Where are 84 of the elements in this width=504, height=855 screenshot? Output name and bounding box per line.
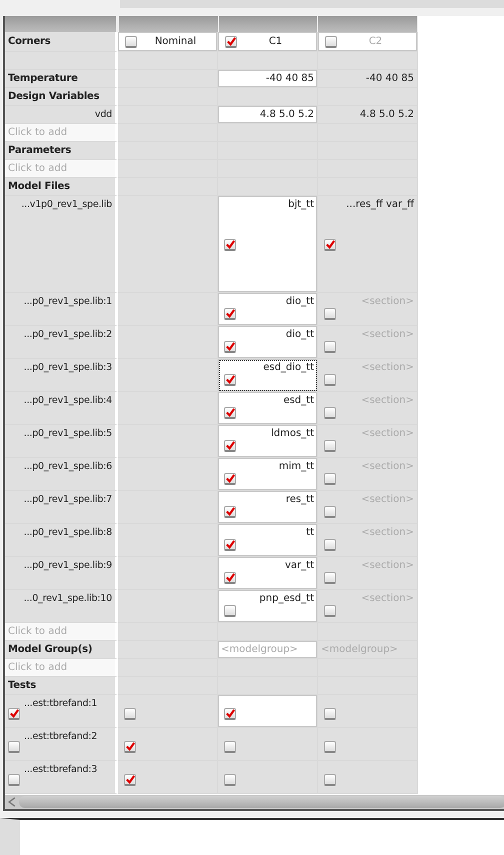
test-name: ...est:tbrefand:1	[24, 697, 98, 711]
corner-name: C1	[268, 36, 284, 47]
section-label: Design Variables	[8, 91, 100, 102]
cell-value: pnp_esd_tt	[258, 592, 314, 606]
cell-value: var_tt	[284, 559, 314, 573]
checkbox[interactable]	[224, 407, 236, 419]
section-label: Tests	[8, 680, 36, 691]
checkbox[interactable]	[224, 605, 236, 617]
checkbox[interactable]	[324, 605, 336, 617]
corner-name: C2	[368, 36, 384, 47]
cell-value: tt	[305, 526, 314, 540]
cell-value: 4.8 5.0 5.2	[358, 108, 414, 122]
checkbox[interactable]	[224, 473, 236, 485]
checkbox[interactable]	[224, 708, 236, 720]
checkbox[interactable]	[324, 308, 336, 320]
add-row-placeholder[interactable]: Click to add	[8, 127, 68, 138]
checkbox[interactable]	[324, 440, 336, 452]
section-label: Temperature	[8, 73, 78, 84]
add-row-placeholder[interactable]: Click to add	[8, 163, 68, 174]
cell-value: ...res_ff var_ff	[345, 198, 414, 212]
checkbox[interactable]	[224, 440, 236, 452]
checkbox[interactable]	[124, 741, 136, 753]
cell-value: ldmos_tt	[270, 427, 314, 441]
row-label: Corners	[8, 34, 51, 48]
row-label: ...p0_rev1_spe.lib:9	[22, 559, 112, 573]
cell-value: -40 40 85	[264, 72, 314, 86]
checkbox[interactable]	[224, 341, 236, 353]
checkbox[interactable]	[224, 741, 236, 753]
checkbox[interactable]	[225, 36, 237, 48]
row-label: ...0_rev1_spe.lib:10	[22, 592, 112, 606]
checkbox[interactable]	[124, 708, 136, 720]
row-label: ...p0_rev1_spe.lib:7	[22, 493, 112, 507]
row-label: ...p0_rev1_spe.lib:6	[22, 460, 112, 474]
row-label: ...p0_rev1_spe.lib:4	[22, 394, 112, 408]
checkbox[interactable]	[8, 741, 20, 753]
add-row-placeholder[interactable]: Click to add	[8, 626, 68, 637]
test-name: ...est:tbrefand:3	[24, 763, 98, 777]
row-label: vdd	[94, 108, 112, 122]
checkbox[interactable]	[324, 741, 336, 753]
checkbox[interactable]	[324, 539, 336, 551]
corner-name: Nominal	[154, 36, 198, 47]
checkbox[interactable]	[324, 572, 336, 584]
cell-value: dio_tt	[284, 295, 314, 309]
checkbox[interactable]	[224, 308, 236, 320]
placeholder-text: <modelgroup>	[221, 643, 299, 657]
checkbox[interactable]	[8, 774, 20, 786]
checkbox[interactable]	[324, 708, 336, 720]
cell-value: esd_dio_tt	[262, 361, 314, 375]
checkbox[interactable]	[224, 539, 236, 551]
checkbox[interactable]	[224, 239, 236, 251]
checkbox[interactable]	[324, 506, 336, 518]
checkbox[interactable]	[125, 36, 137, 48]
row-label: ...p0_rev1_spe.lib:5	[22, 427, 112, 441]
row-label: ...p0_rev1_spe.lib:8	[22, 526, 112, 540]
row-label: ...p0_rev1_spe.lib:2	[22, 328, 112, 342]
checkbox[interactable]	[8, 708, 20, 720]
cell-value: bjt_tt	[287, 198, 314, 212]
cell-value: res_tt	[284, 493, 314, 507]
cell-value: -40 40 85	[364, 72, 414, 86]
checkbox[interactable]	[324, 473, 336, 485]
checkbox[interactable]	[224, 572, 236, 584]
checkbox[interactable]	[324, 341, 336, 353]
section-label: Model Files	[8, 181, 70, 192]
cell-value: dio_tt	[284, 328, 314, 342]
cell-value: 4.8 5.0 5.2	[258, 108, 314, 122]
row-label: ...p0_rev1_spe.lib:1	[22, 295, 112, 309]
scroll-thumb[interactable]	[19, 796, 504, 808]
test-name: ...est:tbrefand:2	[24, 730, 98, 744]
checkbox[interactable]	[124, 774, 136, 786]
checkbox[interactable]	[324, 407, 336, 419]
section-label: Parameters	[8, 145, 72, 156]
cell-value: esd_tt	[282, 394, 314, 408]
cell-value: mim_tt	[278, 460, 314, 474]
checkbox[interactable]	[224, 774, 236, 786]
row-label: ...p0_rev1_spe.lib:3	[22, 361, 112, 375]
checkbox[interactable]	[324, 239, 336, 251]
checkbox[interactable]	[224, 374, 236, 386]
add-row-placeholder[interactable]: Click to add	[8, 662, 68, 673]
section-label: Model Group(s)	[8, 644, 92, 655]
checkbox[interactable]	[324, 374, 336, 386]
row-label: ...v1p0_rev1_spe.lib	[20, 198, 112, 212]
checkbox[interactable]	[324, 774, 336, 786]
checkbox[interactable]	[224, 506, 236, 518]
horizontal-scrollbar[interactable]	[5, 795, 504, 809]
